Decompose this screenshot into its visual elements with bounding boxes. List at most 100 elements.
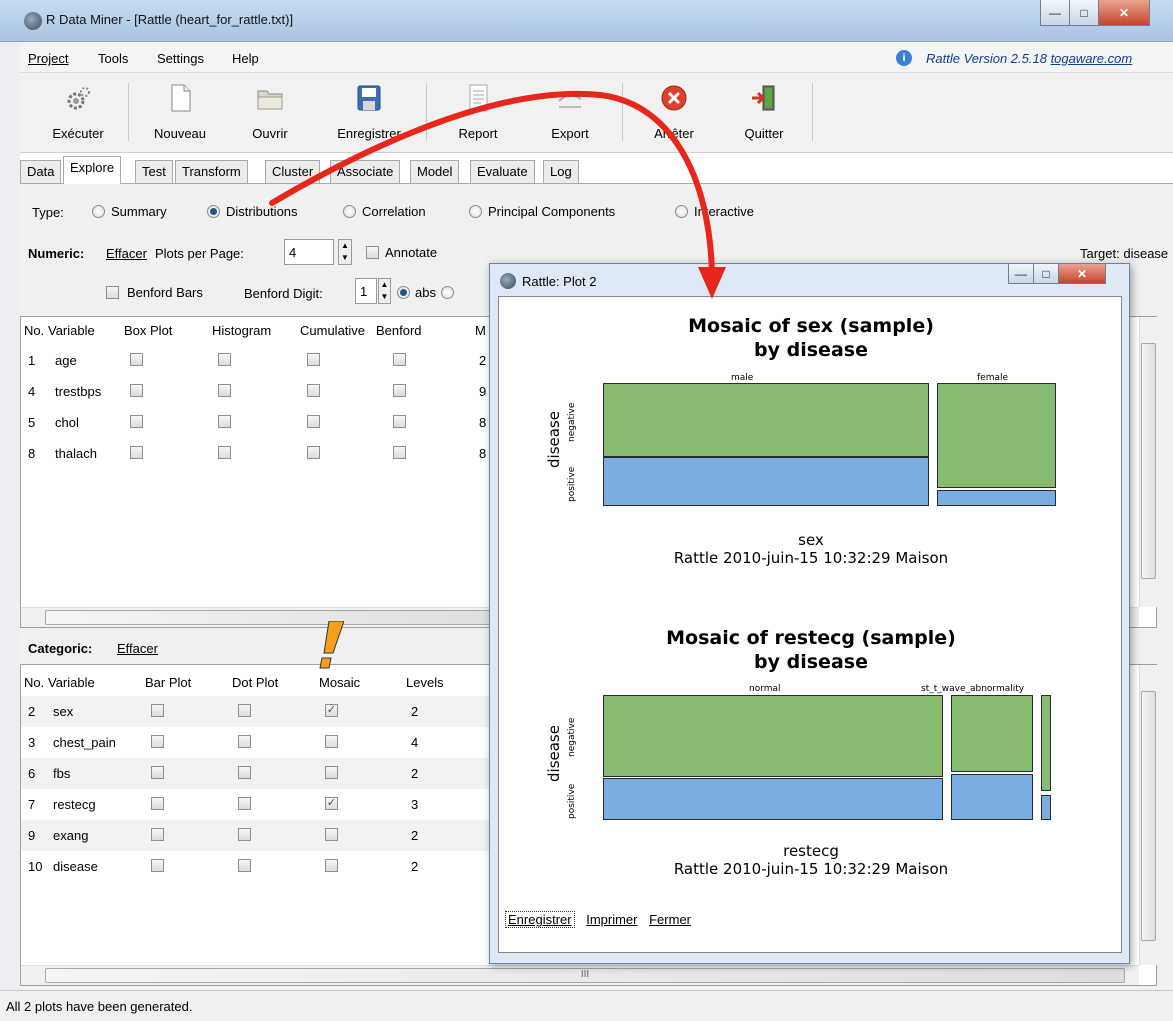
menu-settings[interactable]: Settings	[157, 51, 204, 66]
tab-test[interactable]: Test	[135, 160, 173, 183]
header-min[interactable]: M	[475, 323, 486, 338]
header-mosaic[interactable]: Mosaic	[319, 675, 360, 690]
table-row[interactable]: 5 chol 8	[21, 407, 489, 438]
plot-print-button[interactable]: Imprimer	[586, 912, 637, 927]
row-number: 4	[28, 384, 36, 399]
dot-plot-checkbox[interactable]	[238, 766, 251, 779]
cumulative-checkbox[interactable]	[307, 353, 320, 366]
dot-plot-checkbox[interactable]	[238, 797, 251, 810]
table-row[interactable]: 7 restecg ✓ 3	[21, 789, 489, 820]
mosaic-checkbox-checked[interactable]: ✓	[325, 797, 338, 810]
header-variable[interactable]: Variable	[48, 675, 95, 690]
bar-plot-checkbox[interactable]	[151, 704, 164, 717]
mosaic-checkbox[interactable]	[325, 735, 338, 748]
box-plot-checkbox[interactable]	[130, 415, 143, 428]
histogram-checkbox[interactable]	[218, 415, 231, 428]
dot-plot-checkbox[interactable]	[238, 859, 251, 872]
togaware-link[interactable]: togaware.com	[1051, 51, 1133, 66]
plot-window-buttons: Enregistrer Imprimer Fermer	[505, 911, 699, 928]
histogram-checkbox[interactable]	[218, 384, 231, 397]
dot-plot-checkbox[interactable]	[238, 735, 251, 748]
tab-explore[interactable]: Explore	[63, 156, 122, 184]
radio-button-selected[interactable]	[207, 205, 220, 218]
table-row[interactable]: 2 sex ✓ 2	[21, 696, 489, 727]
box-plot-checkbox[interactable]	[130, 384, 143, 397]
categoric-horizontal-scrollbar[interactable]: III	[21, 965, 1139, 985]
benford-bars-checkbox[interactable]: Benford Bars	[106, 285, 203, 300]
numeric-vertical-scrollbar[interactable]	[1139, 317, 1157, 607]
cumulative-checkbox[interactable]	[307, 384, 320, 397]
radio-button[interactable]	[92, 205, 105, 218]
dot-plot-checkbox[interactable]	[238, 704, 251, 717]
table-row[interactable]: 9 exang 2	[21, 820, 489, 851]
box-plot-checkbox[interactable]	[130, 446, 143, 459]
header-bar-plot[interactable]: Bar Plot	[145, 675, 191, 690]
plot-close-button[interactable]: ✕	[1058, 264, 1106, 284]
categoric-clear-button[interactable]: Effacer	[117, 641, 158, 656]
benford-checkbox[interactable]	[393, 415, 406, 428]
table-row[interactable]: 6 fbs 2	[21, 758, 489, 789]
dot-plot-checkbox[interactable]	[238, 828, 251, 841]
scrollbar-thumb[interactable]	[45, 610, 505, 625]
scrollbar-thumb[interactable]	[1141, 691, 1156, 941]
menu-tools[interactable]: Tools	[98, 51, 128, 66]
header-no[interactable]: No.	[24, 675, 44, 690]
header-levels[interactable]: Levels	[406, 675, 444, 690]
header-box-plot[interactable]: Box Plot	[124, 323, 172, 338]
execute-button[interactable]: Exécuter	[38, 81, 118, 147]
plot-maximize-button[interactable]: □	[1033, 264, 1059, 284]
scrollbar-thumb[interactable]	[1141, 343, 1156, 579]
histogram-checkbox[interactable]	[218, 446, 231, 459]
benford-checkbox[interactable]	[393, 446, 406, 459]
header-benford[interactable]: Benford	[376, 323, 422, 338]
scrollbar-thumb[interactable]: III	[45, 968, 1125, 983]
bar-plot-checkbox[interactable]	[151, 766, 164, 779]
mosaic-checkbox[interactable]	[325, 828, 338, 841]
new-button[interactable]: Nouveau	[140, 81, 220, 147]
row-number: 7	[28, 797, 36, 812]
benford-checkbox[interactable]	[393, 384, 406, 397]
radio-summary[interactable]: Summary	[92, 204, 167, 219]
header-cumulative[interactable]: Cumulative	[300, 323, 365, 338]
tile-normal-negative	[603, 695, 943, 777]
quit-button[interactable]: Quitter	[724, 81, 804, 147]
tab-data[interactable]: Data	[20, 160, 62, 183]
table-row[interactable]: 4 trestbps 9	[21, 376, 489, 407]
bar-plot-checkbox[interactable]	[151, 735, 164, 748]
header-no[interactable]: No.	[24, 323, 44, 338]
plot-minimize-button[interactable]: —	[1008, 264, 1034, 284]
plot-window[interactable]: Rattle: Plot 2 — □ ✕ Mosaic of sex (samp…	[489, 263, 1130, 964]
plot-close-text-button[interactable]: Fermer	[649, 912, 691, 927]
bar-plot-checkbox[interactable]	[151, 828, 164, 841]
menu-help[interactable]: Help	[232, 51, 259, 66]
tile-st-t-wave-positive	[951, 774, 1033, 820]
header-variable[interactable]: Variable	[48, 323, 95, 338]
cumulative-checkbox[interactable]	[307, 446, 320, 459]
menu-project[interactable]: Project	[28, 51, 68, 66]
categoric-vertical-scrollbar[interactable]	[1139, 665, 1157, 965]
mosaic-checkbox[interactable]	[325, 766, 338, 779]
table-row[interactable]: 8 thalach 8	[21, 438, 489, 469]
table-row[interactable]: 1 age 2	[21, 345, 489, 376]
header-histogram[interactable]: Histogram	[212, 323, 271, 338]
histogram-checkbox[interactable]	[218, 353, 231, 366]
benford-checkbox[interactable]	[393, 353, 406, 366]
mosaic-checkbox[interactable]	[325, 859, 338, 872]
table-row[interactable]: 3 chest_pain 4	[21, 727, 489, 758]
plot1-subtitle: by disease	[754, 339, 868, 361]
header-dot-plot[interactable]: Dot Plot	[232, 675, 278, 690]
minimize-button[interactable]: —	[1040, 0, 1070, 26]
plot-save-button[interactable]: Enregistrer	[505, 911, 575, 928]
cumulative-checkbox[interactable]	[307, 415, 320, 428]
mosaic-checkbox-checked[interactable]: ✓	[325, 704, 338, 717]
close-button[interactable]: ✕	[1098, 0, 1150, 26]
maximize-button[interactable]: □	[1069, 0, 1099, 26]
bar-plot-checkbox[interactable]	[151, 859, 164, 872]
table-row[interactable]: 10 disease 2	[21, 851, 489, 882]
tab-transform[interactable]: Transform	[175, 160, 248, 183]
box-plot-checkbox[interactable]	[130, 353, 143, 366]
numeric-clear-button[interactable]: Effacer	[106, 246, 147, 261]
checkbox[interactable]	[106, 286, 119, 299]
plot1-caption: Rattle 2010-juin-15 10:32:29 Maison	[673, 549, 949, 567]
bar-plot-checkbox[interactable]	[151, 797, 164, 810]
